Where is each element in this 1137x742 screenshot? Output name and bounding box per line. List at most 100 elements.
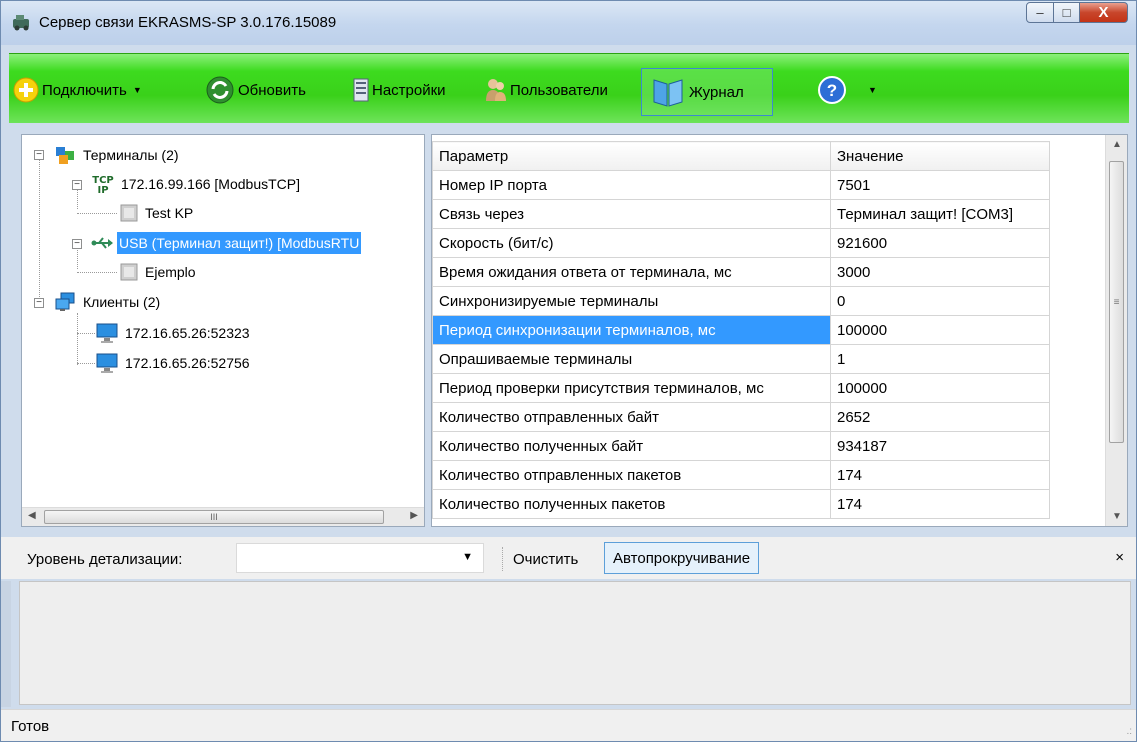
param-name[interactable]: Связь через [432, 199, 831, 229]
param-name[interactable]: Период проверки присутствия терминалов, … [432, 373, 831, 403]
tcp-ip-icon: TCP IP [92, 175, 114, 195]
grid-vertical-scrollbar[interactable]: ▲ ≡ ▼ [1105, 135, 1127, 526]
connect-button[interactable]: Подключить ▼ [13, 76, 142, 104]
table-row[interactable]: Количество полученных байт 934187 [432, 431, 1050, 461]
table-row[interactable]: Опрашиваемые терминалы 1 [432, 344, 1050, 374]
table-row[interactable]: Время ожидания ответа от терминала, мс 30… [432, 257, 1050, 287]
tree-line [77, 213, 117, 214]
svg-text:IP: IP [97, 185, 108, 195]
refresh-icon [206, 76, 234, 104]
table-row[interactable]: Период проверки присутствия терминалов, … [432, 373, 1050, 403]
journal-label: Журнал [689, 83, 744, 101]
param-name[interactable]: Количество отправленных пакетов [432, 460, 831, 490]
table-row[interactable]: Синхронизируемые терминалы 0 [432, 286, 1050, 316]
users-button[interactable]: Пользователи [485, 76, 608, 104]
title-bar[interactable]: Сервер связи EKRASMS-SP 3.0.176.15089 – … [1, 1, 1136, 45]
autoscroll-button[interactable]: Автопрокручивание [604, 542, 760, 574]
tree-label: Ejemplo [145, 264, 196, 280]
tree-expander[interactable]: − [34, 150, 44, 160]
param-value[interactable]: 1 [830, 344, 1050, 374]
param-name[interactable]: Количество полученных пакетов [432, 489, 831, 519]
tree-line [39, 159, 40, 299]
properties-grid: Параметр Значение Номер IP порта 7501 Свя… [431, 134, 1128, 527]
tree-label: 172.16.65.26:52756 [125, 355, 250, 371]
tree-expander[interactable]: − [34, 298, 44, 308]
tree-expander[interactable]: − [72, 180, 82, 190]
table-row[interactable]: Скорость (бит/с) 921600 [432, 228, 1050, 258]
tree-item-test-kp[interactable]: Test KP [120, 201, 193, 225]
tree-item-tcp-node[interactable]: TCP IP 172.16.99.166 [ModbusTCP] [92, 172, 300, 196]
table-row[interactable]: Номер IP порта 7501 [432, 170, 1050, 200]
detail-level-select[interactable]: ▼ [236, 543, 484, 573]
tree-horizontal-scrollbar[interactable]: ◀ III ▶ [22, 507, 424, 526]
param-name[interactable]: Время ожидания ответа от терминала, мс [432, 257, 831, 287]
param-value[interactable]: 100000 [830, 315, 1050, 345]
param-value[interactable]: 934187 [830, 431, 1050, 461]
chevron-down-icon[interactable]: ▼ [133, 85, 142, 95]
scroll-thumb[interactable]: ≡ [1109, 161, 1124, 443]
scroll-down-icon[interactable]: ▼ [1112, 511, 1122, 522]
users-icon [486, 79, 506, 101]
log-output[interactable] [19, 581, 1131, 705]
param-name[interactable]: Количество полученных байт [432, 431, 831, 461]
settings-button[interactable]: Настройки [353, 76, 446, 104]
resize-grip-icon[interactable]: .: [1126, 726, 1132, 737]
table-row[interactable]: Количество отправленных байт 2652 [432, 402, 1050, 432]
app-icon [13, 15, 29, 31]
table-row[interactable]: Количество отправленных пакетов 174 [432, 460, 1050, 490]
tree-line [77, 313, 78, 365]
param-name[interactable]: Количество отправленных байт [432, 402, 831, 432]
param-name[interactable]: Скорость (бит/с) [432, 228, 831, 258]
param-value[interactable]: 100000 [830, 373, 1050, 403]
param-value[interactable]: 2652 [830, 402, 1050, 432]
journal-button[interactable]: Журнал [641, 68, 773, 116]
tree-line [77, 187, 78, 209]
refresh-button[interactable]: Обновить [205, 76, 306, 104]
tree-item-clients[interactable]: Клиенты (2) [54, 290, 160, 314]
tree-item-client-2[interactable]: 172.16.65.26:52756 [96, 351, 250, 375]
chevron-down-icon[interactable]: ▼ [868, 85, 877, 95]
table-row[interactable]: Количество полученных пакетов 174 [432, 489, 1050, 519]
clear-button[interactable]: Очистить [513, 551, 578, 568]
tree-label: Клиенты (2) [83, 294, 161, 310]
param-value[interactable]: 921600 [830, 228, 1050, 258]
monitor-icon [96, 323, 118, 343]
param-value[interactable]: 174 [830, 489, 1050, 519]
tree-expander[interactable]: − [72, 239, 82, 249]
param-value[interactable]: 3000 [830, 257, 1050, 287]
scroll-up-icon[interactable]: ▲ [1112, 139, 1122, 150]
param-value[interactable]: 7501 [830, 170, 1050, 200]
toolbar-separator [502, 547, 503, 571]
monitor-icon [96, 353, 118, 373]
table-row[interactable]: Связь через Терминал защит! [COM3] [432, 199, 1050, 229]
param-name[interactable]: Синхронизируемые терминалы [432, 286, 831, 316]
scroll-thumb[interactable]: III [44, 510, 384, 524]
maximize-button[interactable]: □ [1054, 2, 1080, 23]
param-value[interactable]: 174 [830, 460, 1050, 490]
tree-item-ejemplo[interactable]: Ejemplo [120, 260, 196, 284]
scroll-thumb-grip: III [210, 512, 218, 522]
param-name[interactable]: Период синхронизации терминалов, мс [432, 315, 831, 345]
close-button[interactable]: X [1080, 2, 1128, 23]
table-row-selected[interactable]: Период синхронизации терминалов, мс 10000… [432, 315, 1050, 345]
tree-item-usb-node[interactable]: USB (Терминал защит!) [ModbusRTU [90, 231, 362, 255]
usb-icon [91, 237, 113, 249]
scroll-right-icon[interactable]: ▶ [410, 510, 418, 521]
tree-line [77, 272, 117, 273]
scroll-left-icon[interactable]: ◀ [28, 510, 36, 521]
tree-item-client-1[interactable]: 172.16.65.26:52323 [96, 321, 250, 345]
param-name[interactable]: Опрашиваемые терминалы [432, 344, 831, 374]
maximize-icon: □ [1062, 5, 1071, 20]
help-button[interactable]: ? ▼ [817, 76, 877, 104]
column-header-value[interactable]: Значение [830, 141, 1050, 171]
tree-line [77, 363, 95, 364]
chevron-down-icon[interactable]: ▼ [462, 551, 473, 563]
minimize-button[interactable]: – [1026, 2, 1054, 23]
param-name[interactable]: Номер IP порта [432, 170, 831, 200]
column-header-parameter[interactable]: Параметр [432, 141, 831, 171]
close-log-icon[interactable]: × [1115, 549, 1124, 566]
param-value[interactable]: Терминал защит! [COM3] [830, 199, 1050, 229]
window-title: Сервер связи EKRASMS-SP 3.0.176.15089 [39, 14, 337, 31]
tree-item-terminals[interactable]: Терминалы (2) [54, 143, 179, 167]
param-value[interactable]: 0 [830, 286, 1050, 316]
